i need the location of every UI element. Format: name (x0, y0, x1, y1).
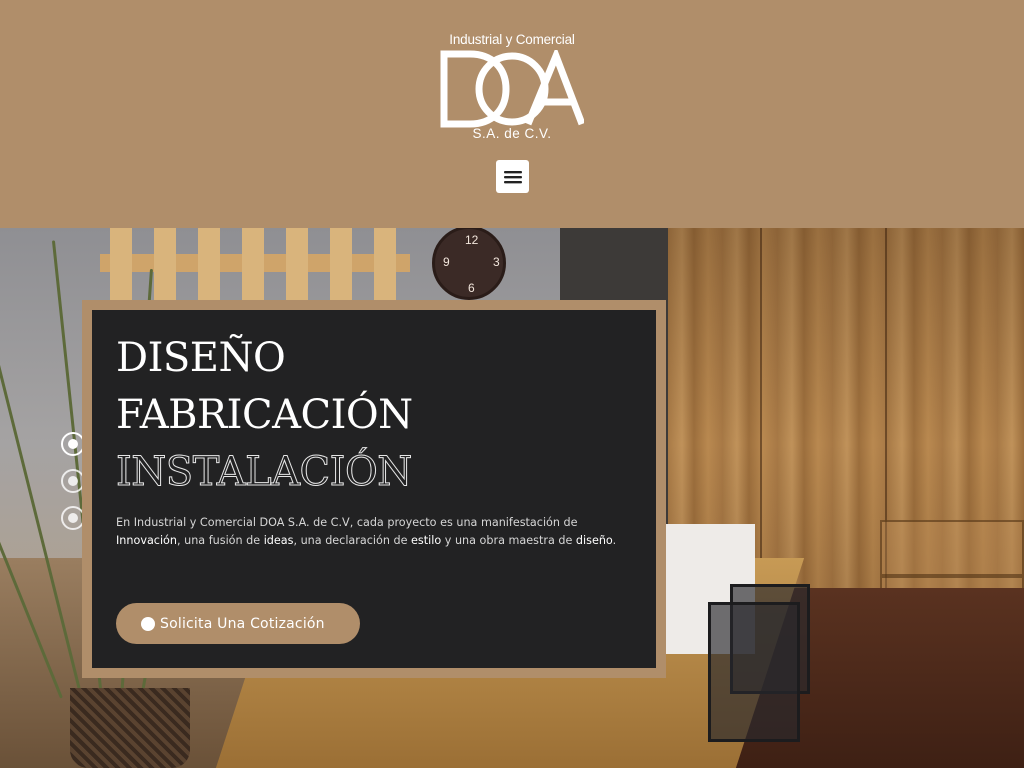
wall-clock-decoration: 12 9 3 6 (432, 228, 506, 300)
site-header: Industrial y Comercial S.A. de C.V. (0, 0, 1024, 228)
plant-pot-decoration (70, 688, 190, 768)
logo-bottom-text: S.A. de C.V. (472, 126, 552, 141)
heading-fabricacion: FABRICACIÓN (116, 392, 413, 438)
heading-diseno: DISEÑO (116, 335, 286, 381)
hero-content-card: DISEÑO FABRICACIÓN INSTALACIÓN En Indust… (82, 300, 666, 678)
doa-logo-mark (440, 50, 584, 128)
request-quote-label: Solicita Una Cotización (160, 615, 325, 632)
request-quote-button[interactable]: Solicita Una Cotización (116, 603, 360, 644)
circle-icon (141, 616, 155, 631)
hamburger-icon (503, 170, 522, 183)
menu-toggle-button[interactable] (496, 160, 529, 193)
logo-top-text: Industrial y Comercial (449, 32, 575, 47)
heading-instalacion: INSTALACIÓN (116, 449, 413, 495)
company-logo[interactable]: Industrial y Comercial S.A. de C.V. (438, 32, 588, 144)
hero-description: En Industrial y Comercial DOA S.A. de C.… (116, 516, 617, 547)
hero-content-inner: DISEÑO FABRICACIÓN INSTALACIÓN En Indust… (92, 310, 656, 668)
